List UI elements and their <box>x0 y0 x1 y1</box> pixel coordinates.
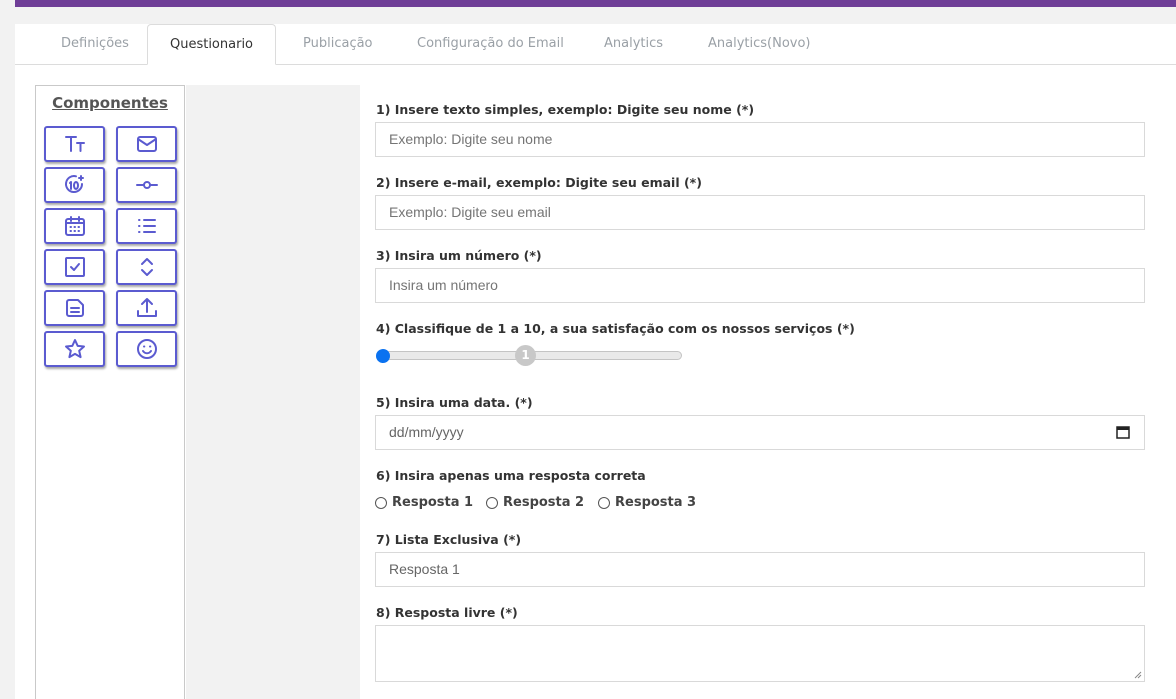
component-rating-button[interactable] <box>44 331 105 367</box>
component-select-button[interactable] <box>116 249 177 285</box>
radio-option-1[interactable]: Resposta 1 <box>375 495 473 510</box>
calendar-icon <box>64 216 85 236</box>
number-input[interactable] <box>389 277 1144 293</box>
question-2-label: 2) Insere e-mail, exemplo: Digite seu em… <box>376 175 702 190</box>
satisfaction-slider-thumb[interactable] <box>376 349 390 363</box>
component-date-button[interactable] <box>44 208 105 244</box>
slider-icon <box>135 181 158 189</box>
document-icon <box>65 299 84 317</box>
tab-analytics-novo[interactable]: Analytics(Novo) <box>708 24 811 65</box>
radio-option-label: Resposta 2 <box>503 495 585 510</box>
question-7-label: 7) Lista Exclusiva (*) <box>376 532 522 547</box>
upload-icon <box>136 298 157 317</box>
components-panel: Componentes <box>35 85 185 699</box>
component-number-button[interactable] <box>44 167 105 203</box>
resize-grip-icon[interactable] <box>1134 671 1142 679</box>
radio-circle[interactable] <box>598 496 610 509</box>
question-3-field[interactable] <box>375 268 1145 303</box>
text-icon <box>64 136 85 152</box>
component-list-button[interactable] <box>116 208 177 244</box>
select-icon <box>140 258 153 276</box>
question-8-label: 8) Resposta livre (*) <box>376 605 518 620</box>
component-upload-button[interactable] <box>116 290 177 326</box>
question-5-field[interactable]: dd/mm/yyyy <box>375 415 1145 450</box>
tab-questionario[interactable]: Questionario <box>147 24 276 65</box>
component-checkbox-button[interactable] <box>44 249 105 285</box>
question-1-label: 1) Insere texto simples, exemplo: Digite… <box>376 102 755 117</box>
question-3-label: 3) Insira um número (*) <box>376 248 542 263</box>
tab-bar: Definições Questionario Publicação Confi… <box>15 24 1176 65</box>
tab-publicacao[interactable]: Publicação <box>303 24 373 65</box>
component-text-button[interactable] <box>44 126 105 162</box>
component-slider-button[interactable] <box>116 167 177 203</box>
component-document-button[interactable] <box>44 290 105 326</box>
radio-option-label: Resposta 3 <box>615 495 697 510</box>
star-icon <box>64 339 85 359</box>
question-1-field[interactable] <box>375 122 1145 157</box>
date-input-placeholder[interactable]: dd/mm/yyyy <box>389 424 464 440</box>
select-value: Resposta 1 <box>389 561 460 577</box>
email-icon <box>136 136 157 152</box>
radio-option-2[interactable]: Resposta 2 <box>486 495 584 510</box>
component-emoji-button[interactable] <box>116 331 177 367</box>
slider-value-bubble: 1 <box>515 345 536 366</box>
radio-option-3[interactable]: Resposta 3 <box>598 495 696 510</box>
component-email-button[interactable] <box>116 126 177 162</box>
question-5-label: 5) Insira uma data. (*) <box>376 395 533 410</box>
gray-divider-column <box>186 85 360 699</box>
free-answer-textarea[interactable] <box>375 625 1145 682</box>
radio-circle[interactable] <box>375 496 387 509</box>
components-title: Componentes <box>52 94 168 112</box>
radio-option-label: Resposta 1 <box>392 495 474 510</box>
question-2-field[interactable] <box>375 195 1145 230</box>
tab-analytics[interactable]: Analytics <box>604 24 663 65</box>
radio-circle[interactable] <box>486 496 498 509</box>
list-icon <box>137 219 156 233</box>
tab-definicoes[interactable]: Definições <box>61 24 129 65</box>
exclusive-list-select[interactable]: Resposta 1 <box>375 552 1145 587</box>
tab-configuracao-email[interactable]: Configuração do Email <box>417 24 564 65</box>
smiley-icon <box>136 339 157 359</box>
question-4-label: 4) Classifique de 1 a 10, a sua satisfaç… <box>376 321 855 336</box>
question-6-label: 6) Insira apenas uma resposta correta <box>376 468 646 483</box>
name-input[interactable] <box>389 131 1144 147</box>
number-icon <box>64 175 84 193</box>
brand-top-bar <box>15 0 1176 7</box>
email-input[interactable] <box>389 204 1144 220</box>
checkbox-icon <box>64 257 85 277</box>
calendar-picker-icon[interactable] <box>1116 425 1130 439</box>
